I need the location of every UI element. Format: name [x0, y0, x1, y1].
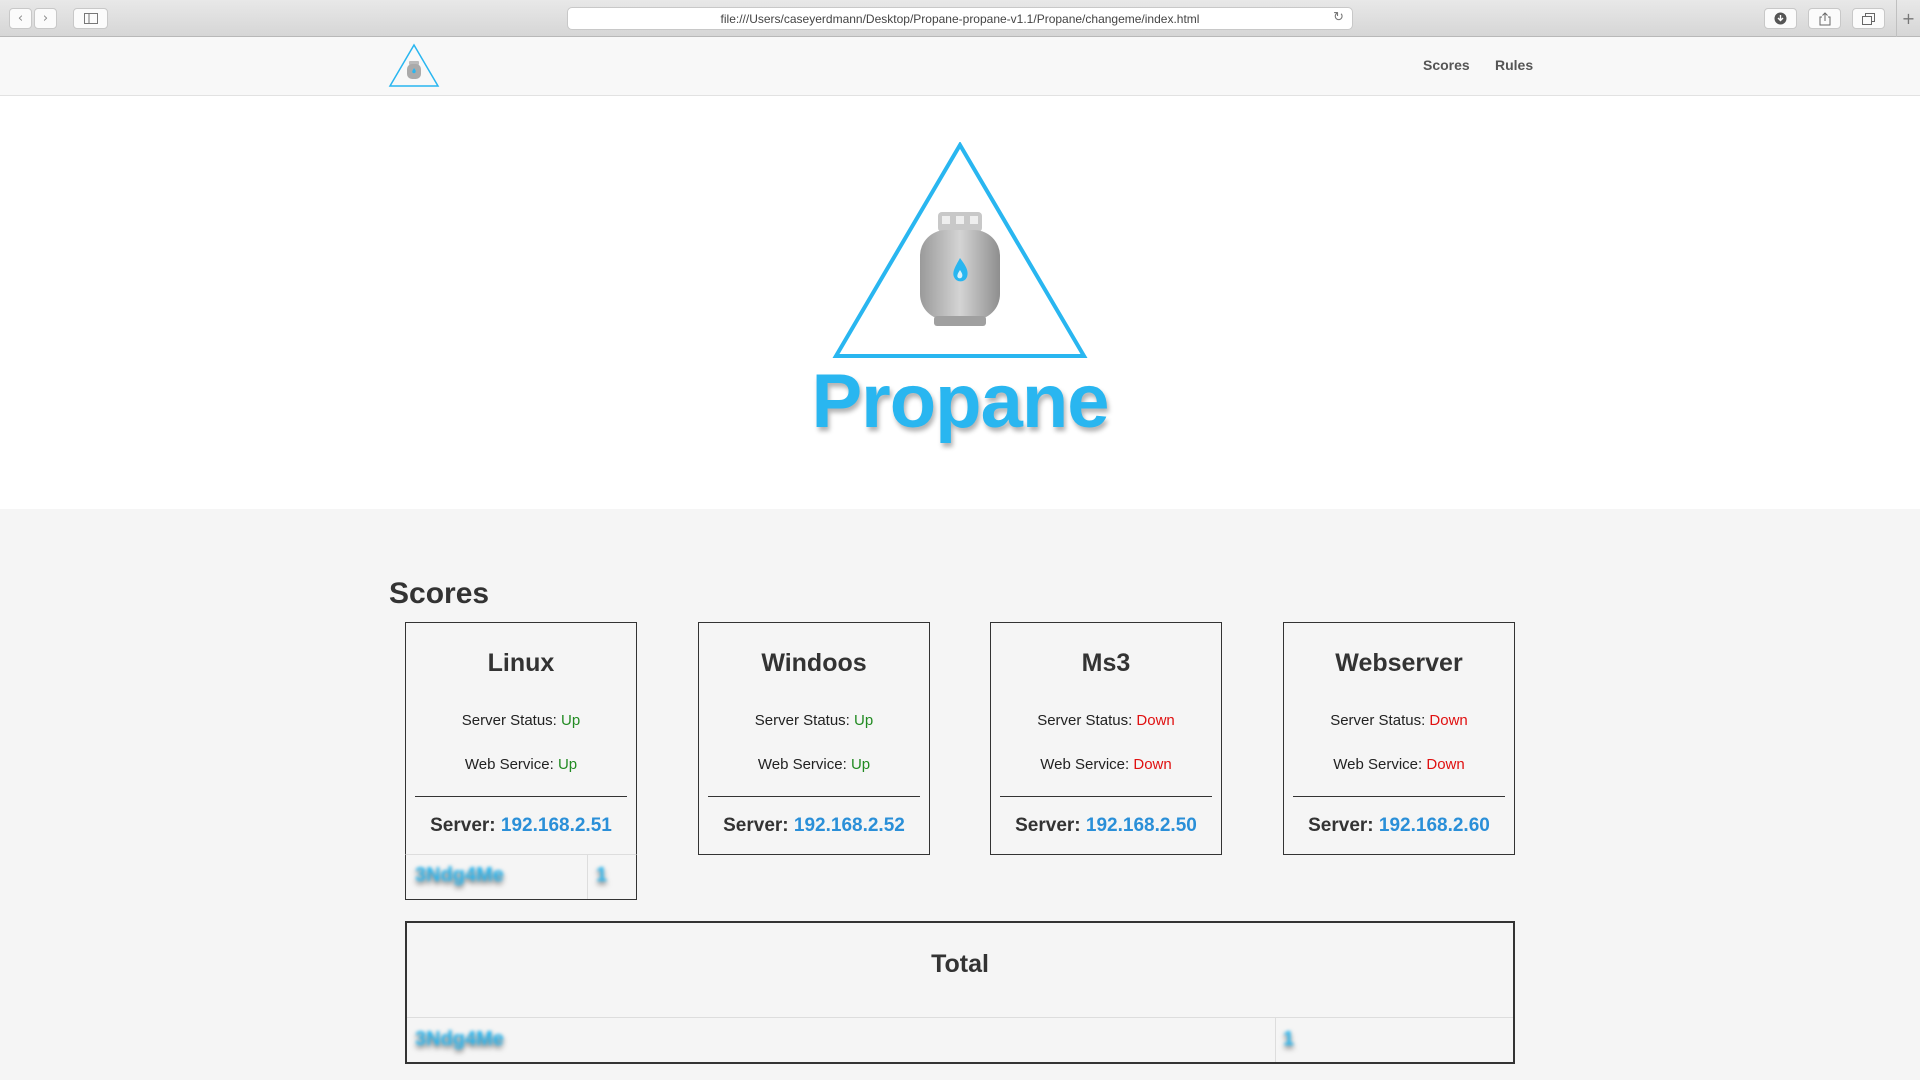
server-status-line: Server Status: Up	[461, 712, 581, 729]
server-status-value: Down	[1429, 712, 1468, 729]
web-service-value: Down	[1133, 756, 1172, 773]
nav-link-scores[interactable]: Scores	[1423, 57, 1470, 73]
server-ip-link[interactable]: 192.168.2.52	[794, 815, 905, 836]
share-icon	[1819, 11, 1830, 25]
server-card-ms3: Ms3 Server Status: Down Web Service: Dow…	[990, 622, 1222, 855]
card-divider	[415, 796, 627, 797]
web-service-line: Web Service: Up	[757, 756, 871, 773]
total-panel: Total 3Ndg4Me 1	[405, 921, 1515, 1064]
team-score-row: 3Ndg4Me 1	[405, 854, 637, 900]
web-service-value: Down	[1426, 756, 1465, 773]
hero-banner: Propane	[0, 96, 1920, 509]
server-status-line: Server Status: Down	[1330, 712, 1468, 729]
server-card-webserver: Webserver Server Status: Down Web Servic…	[1283, 622, 1515, 855]
server-ip-line: Server: 192.168.2.60	[1308, 815, 1490, 836]
team-name: 3Ndg4Me	[415, 864, 504, 886]
brand-title: Propane	[811, 359, 1109, 444]
sidebar-toggle-button[interactable]	[73, 8, 108, 29]
row-divider	[587, 855, 588, 899]
server-card-windoos: Windoos Server Status: Up Web Service: U…	[698, 622, 930, 855]
downloads-button[interactable]	[1764, 8, 1797, 29]
share-button[interactable]	[1808, 8, 1841, 29]
web-service-line: Web Service: Up	[464, 756, 578, 773]
row-divider	[1275, 1018, 1276, 1062]
download-icon	[1774, 12, 1787, 25]
propane-tank-logo-icon	[832, 142, 1088, 358]
server-status-line: Server Status: Up	[754, 712, 874, 729]
web-service-line: Web Service: Down	[1040, 756, 1172, 773]
url-text: file:///Users/caseyerdmann/Desktop/Propa…	[720, 11, 1200, 26]
server-ip-link[interactable]: 192.168.2.51	[501, 815, 612, 836]
reload-icon[interactable]: ↻	[1333, 10, 1344, 25]
card-divider	[1000, 796, 1212, 797]
server-status-line: Server Status: Down	[1037, 712, 1175, 729]
server-name: Ms3	[1081, 649, 1131, 677]
server-name: Windoos	[761, 649, 867, 677]
propane-logo-icon[interactable]	[388, 43, 440, 89]
server-ip-link[interactable]: 192.168.2.60	[1379, 815, 1490, 836]
nav-link-rules[interactable]: Rules	[1495, 57, 1533, 73]
web-service-value: Up	[850, 756, 871, 773]
address-bar[interactable]: file:///Users/caseyerdmann/Desktop/Propa…	[567, 7, 1353, 30]
total-team-row: 3Ndg4Me 1	[407, 1017, 1513, 1062]
team-score: 1	[596, 864, 608, 886]
server-ip-line: Server: 192.168.2.51	[430, 815, 612, 836]
team-name: 3Ndg4Me	[415, 1028, 504, 1050]
server-ip-line: Server: 192.168.2.52	[723, 815, 905, 836]
server-name: Linux	[487, 649, 555, 677]
team-score: 1	[1283, 1028, 1295, 1050]
server-status-value: Down	[1136, 712, 1175, 729]
server-name: Webserver	[1335, 649, 1463, 677]
card-divider	[708, 796, 920, 797]
card-divider	[1293, 796, 1505, 797]
server-status-value: Up	[561, 712, 581, 729]
scores-heading: Scores	[389, 577, 490, 610]
sidebar-icon	[83, 13, 98, 24]
forward-button[interactable]: ›	[34, 8, 57, 29]
browser-toolbar: ‹ › file:///Users/caseyerdmann/Desktop/P…	[0, 0, 1920, 37]
web-service-value: Up	[557, 756, 578, 773]
tabs-icon	[1862, 12, 1875, 25]
server-ip-link[interactable]: 192.168.2.50	[1086, 815, 1197, 836]
total-heading: Total	[931, 950, 989, 978]
server-ip-line: Server: 192.168.2.50	[1015, 815, 1197, 836]
site-navbar: Scores Rules	[0, 37, 1920, 96]
new-tab-button[interactable]: +	[1896, 0, 1920, 37]
server-status-value: Up	[854, 712, 874, 729]
tabs-overview-button[interactable]	[1852, 8, 1885, 29]
server-card-linux: Linux Server Status: Up Web Service: Up …	[405, 622, 637, 855]
web-service-line: Web Service: Down	[1333, 756, 1465, 773]
back-button[interactable]: ‹	[9, 8, 32, 29]
